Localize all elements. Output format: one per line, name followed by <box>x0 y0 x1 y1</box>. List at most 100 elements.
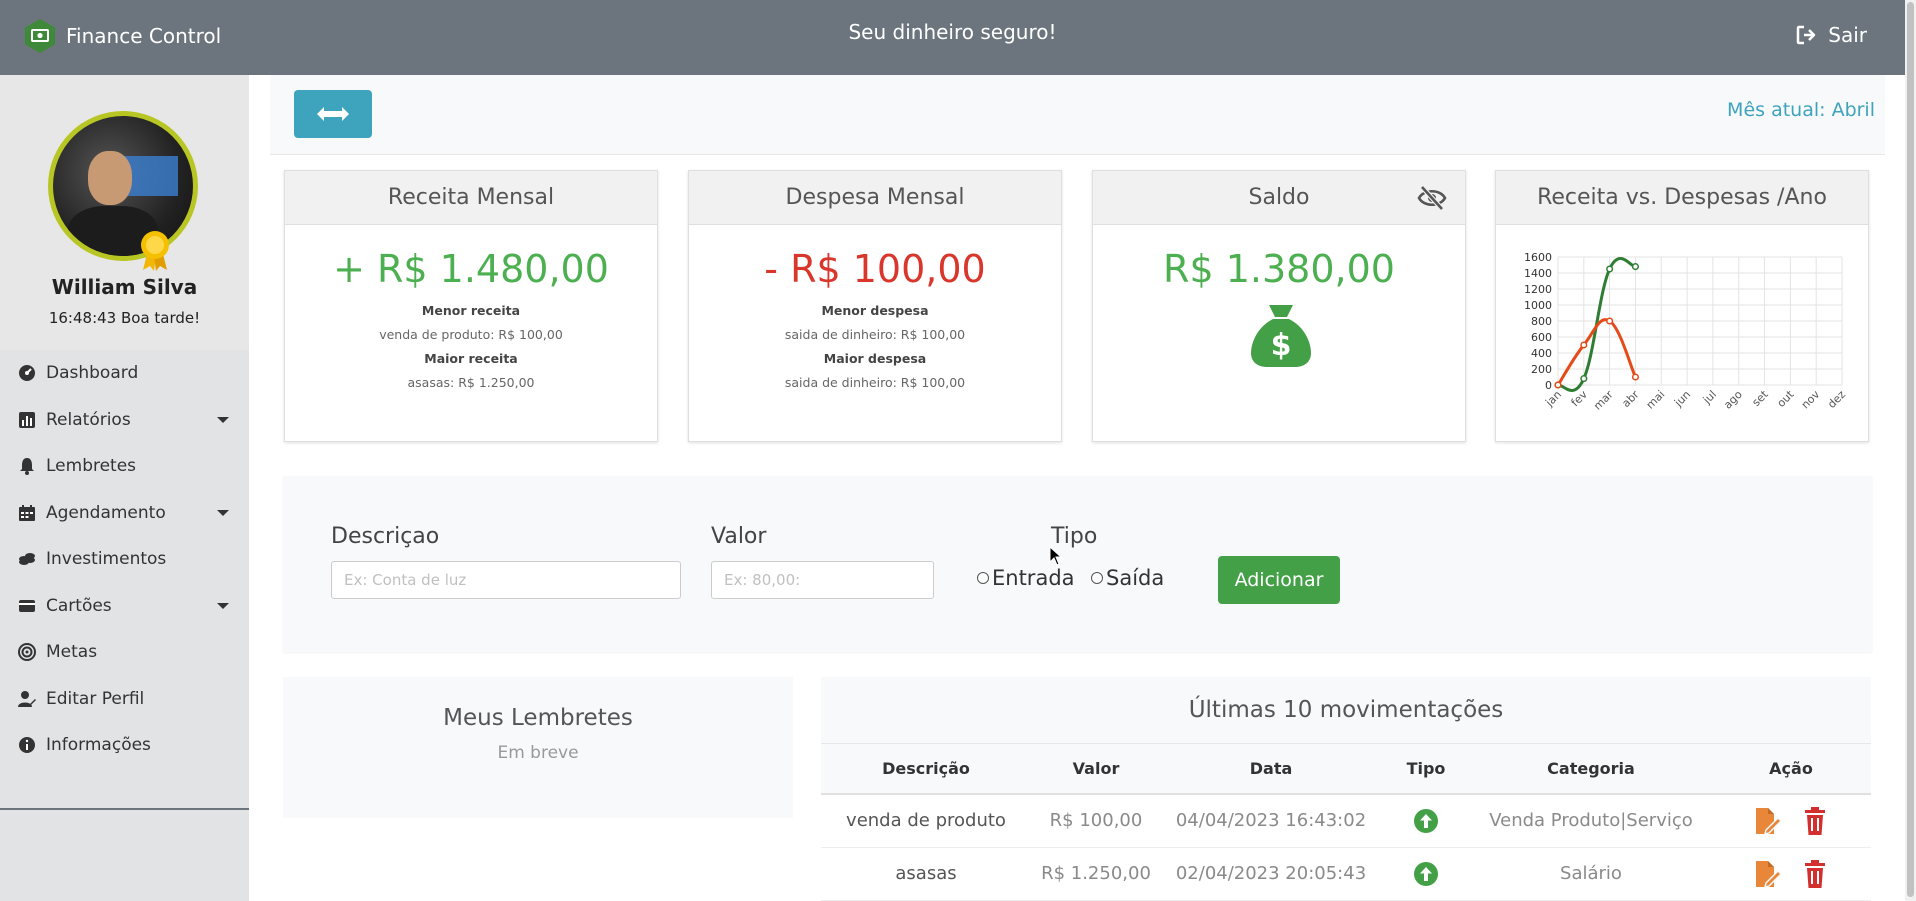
despesa-value: - R$ 100,00 <box>764 247 986 291</box>
lembretes-title: Meus Lembretes <box>443 705 633 731</box>
y-tick-label: 400 <box>1531 347 1552 360</box>
sidebar-item-investimentos[interactable]: Investimentos <box>0 536 249 583</box>
table-row: venda de produto R$ 100,00 04/04/2023 16… <box>821 794 1871 848</box>
current-month-label: Mês atual: Abril <box>1727 99 1875 121</box>
descricao-input[interactable] <box>331 561 681 599</box>
sidebar-item-lembretes[interactable]: Lembretes <box>0 443 249 490</box>
logout-label: Sair <box>1828 23 1867 47</box>
edit-icon[interactable] <box>1752 859 1783 889</box>
sidebar-item-informacoes[interactable]: Informações <box>0 722 249 769</box>
valor-input[interactable] <box>711 561 934 599</box>
sidebar-item-agendamento[interactable]: Agendamento <box>0 490 249 537</box>
table-header-row: Descrição Valor Data Tipo Categoria Ação <box>821 744 1871 795</box>
trash-icon[interactable] <box>1800 859 1830 889</box>
sidebar-item-label: Editar Perfil <box>46 688 145 709</box>
cell-valor: R$ 100,00 <box>1031 794 1161 848</box>
maior-despesa-label: Maior despesa <box>823 351 927 366</box>
card-receita-mensal: Receita Mensal + R$ 1.480,00 Menor recei… <box>284 170 658 442</box>
bell-icon <box>20 458 34 476</box>
logout-button[interactable]: Sair <box>1796 23 1867 47</box>
menor-despesa-label: Menor despesa <box>821 303 929 318</box>
series-point <box>1554 381 1562 389</box>
sidebar-item-label: Metas <box>46 642 98 663</box>
card-saldo: Saldo R$ 1.380,00 $ <box>1092 170 1466 442</box>
user-name: William Silva <box>51 275 198 299</box>
svg-text:$: $ <box>1271 328 1292 363</box>
x-tick-label: mar <box>1591 388 1616 413</box>
radio-entrada[interactable]: Entrada <box>977 566 1075 590</box>
adicionar-button[interactable]: Adicionar <box>1218 556 1340 604</box>
calendar-icon <box>19 504 35 521</box>
sidebar-item-label: Investimentos <box>46 549 167 570</box>
x-tick-label: out <box>1775 387 1797 409</box>
radio-saida-circle[interactable] <box>1091 572 1103 584</box>
card-title: Receita Mensal <box>285 171 657 225</box>
avatar-photo-head <box>88 151 132 205</box>
eye-slash-icon[interactable] <box>1417 185 1447 211</box>
cell-categoria: Venda Produto|Serviço <box>1471 794 1711 848</box>
sidebar-item-label: Informações <box>46 735 151 756</box>
radio-saida[interactable]: Saída <box>1091 566 1164 590</box>
cell-acao <box>1711 847 1871 901</box>
toggle-sidebar-button[interactable] <box>294 90 372 138</box>
x-tick-label: dez <box>1825 388 1848 411</box>
sidebar-item-label: Agendamento <box>46 502 166 523</box>
series-point <box>1631 263 1640 271</box>
menor-receita-label: Menor receita <box>421 303 521 318</box>
avatar[interactable] <box>48 111 198 261</box>
greeting-clock: 16:48:43 Boa tarde! <box>48 309 201 327</box>
column-header: Data <box>1161 744 1381 795</box>
menor-receita-value: venda de produto: R$ 100,00 <box>379 327 563 342</box>
radio-entrada-circle[interactable] <box>977 572 989 584</box>
coins-icon <box>19 553 35 566</box>
sign-out-icon <box>1797 25 1816 45</box>
cell-tipo <box>1381 847 1471 901</box>
page-scrollbar[interactable] <box>1905 0 1916 901</box>
y-tick-label: 1400 <box>1524 267 1552 280</box>
cell-data: 02/04/2023 20:05:43 <box>1161 847 1381 901</box>
arrows-horizontal-icon <box>317 107 349 121</box>
receita-value: + R$ 1.480,00 <box>333 247 609 291</box>
sidebar-item-metas[interactable]: Metas <box>0 629 249 676</box>
content-toolbar: Mês atual: Abril <box>270 75 1885 155</box>
sidebar-item-relatorios[interactable]: Relatórios <box>0 397 249 444</box>
y-tick-label: 1200 <box>1524 283 1552 296</box>
series-point <box>1606 265 1614 273</box>
sidebar-item-editar-perfil[interactable]: Editar Perfil <box>0 676 249 723</box>
radio-entrada-label: Entrada <box>992 566 1075 590</box>
chart-bar-icon <box>19 411 35 428</box>
cell-descricao: venda de produto <box>821 794 1031 848</box>
cell-valor: R$ 1.250,00 <box>1031 847 1161 901</box>
y-tick-label: 1600 <box>1524 251 1552 264</box>
money-bag-icon: $ <box>1251 305 1311 367</box>
x-tick-label: set <box>1750 387 1772 409</box>
caret-down-icon <box>217 416 229 423</box>
top-navbar: Finance Control Seu dinheiro seguro! Sai… <box>0 0 1905 75</box>
y-tick-label: 600 <box>1531 331 1552 344</box>
trash-icon[interactable] <box>1800 806 1830 836</box>
maior-receita-value: asasas: R$ 1.250,00 <box>407 375 535 390</box>
edit-icon[interactable] <box>1752 806 1783 836</box>
card-receita-vs-despesas: Receita vs. Despesas /Ano 0 200 400 600 800 1… <box>1495 170 1869 442</box>
sidebar-item-cartoes[interactable]: Cartões <box>0 583 249 630</box>
x-tick-label: jun <box>1671 388 1693 410</box>
column-header: Categoria <box>1471 744 1711 795</box>
x-tick-label: jul <box>1700 388 1719 407</box>
cell-data: 04/04/2023 16:43:02 <box>1161 794 1381 848</box>
card-despesa-mensal: Despesa Mensal - R$ 100,00 Menor despesa… <box>688 170 1062 442</box>
y-tick-label: 200 <box>1531 363 1552 376</box>
maior-despesa-value: saida de dinheiro: R$ 100,00 <box>784 375 966 390</box>
series-point <box>1631 373 1640 381</box>
dashboard-icon <box>19 365 35 382</box>
x-tick-label: abr <box>1619 388 1641 410</box>
column-header: Descrição <box>821 744 1031 795</box>
despesa-details: Menor despesa saida de dinheiro: R$ 100,… <box>689 299 1061 395</box>
line-chart: 02004006008001000120014001600jan fev mar ab… <box>1524 251 1848 413</box>
credit-card-icon <box>19 599 35 612</box>
sidebar-divider <box>0 808 249 810</box>
award-badge-icon <box>141 231 169 271</box>
sidebar-item-dashboard[interactable]: Dashboard <box>0 350 249 397</box>
maior-receita-label: Maior receita <box>424 351 518 366</box>
series-point <box>1580 375 1588 383</box>
scrollbar-thumb[interactable] <box>1907 2 1914 897</box>
